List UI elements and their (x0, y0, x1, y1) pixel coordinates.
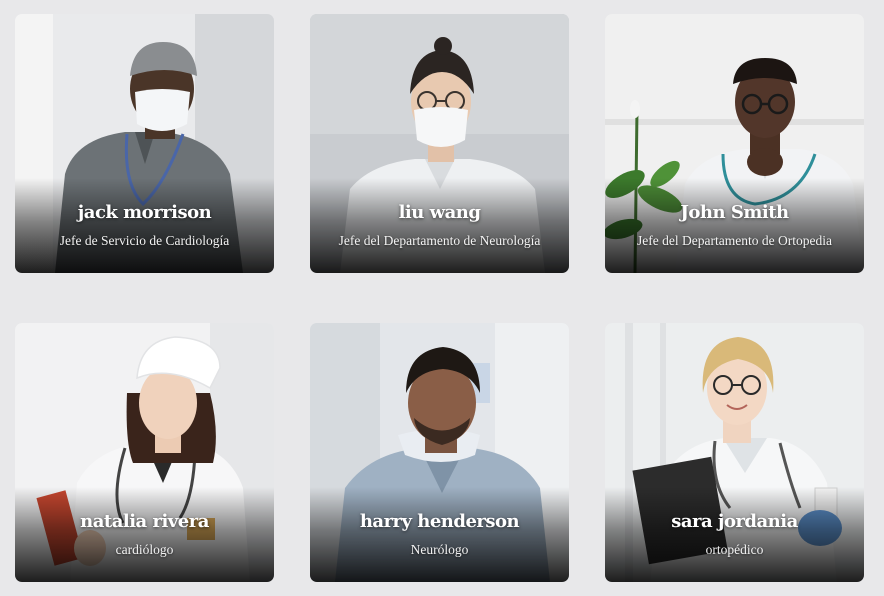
doctor-role: Jefe del Departamento de Neurología (338, 233, 541, 248)
doctor-name: natalia rivera (80, 511, 209, 532)
caption-overlay (605, 178, 864, 273)
doctor-name: harry henderson (359, 511, 520, 532)
doctor-role: Neurólogo (410, 542, 469, 557)
doctor-grid: jack morrison Jefe de Servicio de Cardio… (15, 14, 865, 582)
doctor-role: cardiólogo (115, 542, 174, 557)
caption-overlay (310, 487, 569, 582)
doctor-card-jack-morrison[interactable]: jack morrison Jefe de Servicio de Cardio… (15, 14, 274, 273)
doctor-card-natalia-rivera[interactable]: natalia rivera cardiólogo (15, 323, 274, 582)
doctor-role: ortopédico (705, 542, 764, 557)
doctor-name: John Smith (680, 202, 789, 223)
caption-overlay (15, 178, 274, 273)
caption-overlay (15, 487, 274, 582)
doctor-card-harry-henderson[interactable]: harry henderson Neurólogo (310, 323, 569, 582)
doctor-card-john-smith[interactable]: John Smith Jefe del Departamento de Orto… (605, 14, 864, 273)
doctor-role: Jefe del Departamento de Ortopedia (637, 233, 832, 248)
caption-overlay (605, 487, 864, 582)
doctor-name: jack morrison (77, 202, 212, 223)
doctor-name: liu wang (398, 202, 481, 223)
caption-overlay (310, 178, 569, 273)
doctor-card-liu-wang[interactable]: liu wang Jefe del Departamento de Neurol… (310, 14, 569, 273)
doctor-name: sara jordania (671, 511, 798, 532)
doctor-role: Jefe de Servicio de Cardiología (59, 233, 230, 248)
doctor-card-sara-jordania[interactable]: sara jordania ortopédico (605, 323, 864, 582)
